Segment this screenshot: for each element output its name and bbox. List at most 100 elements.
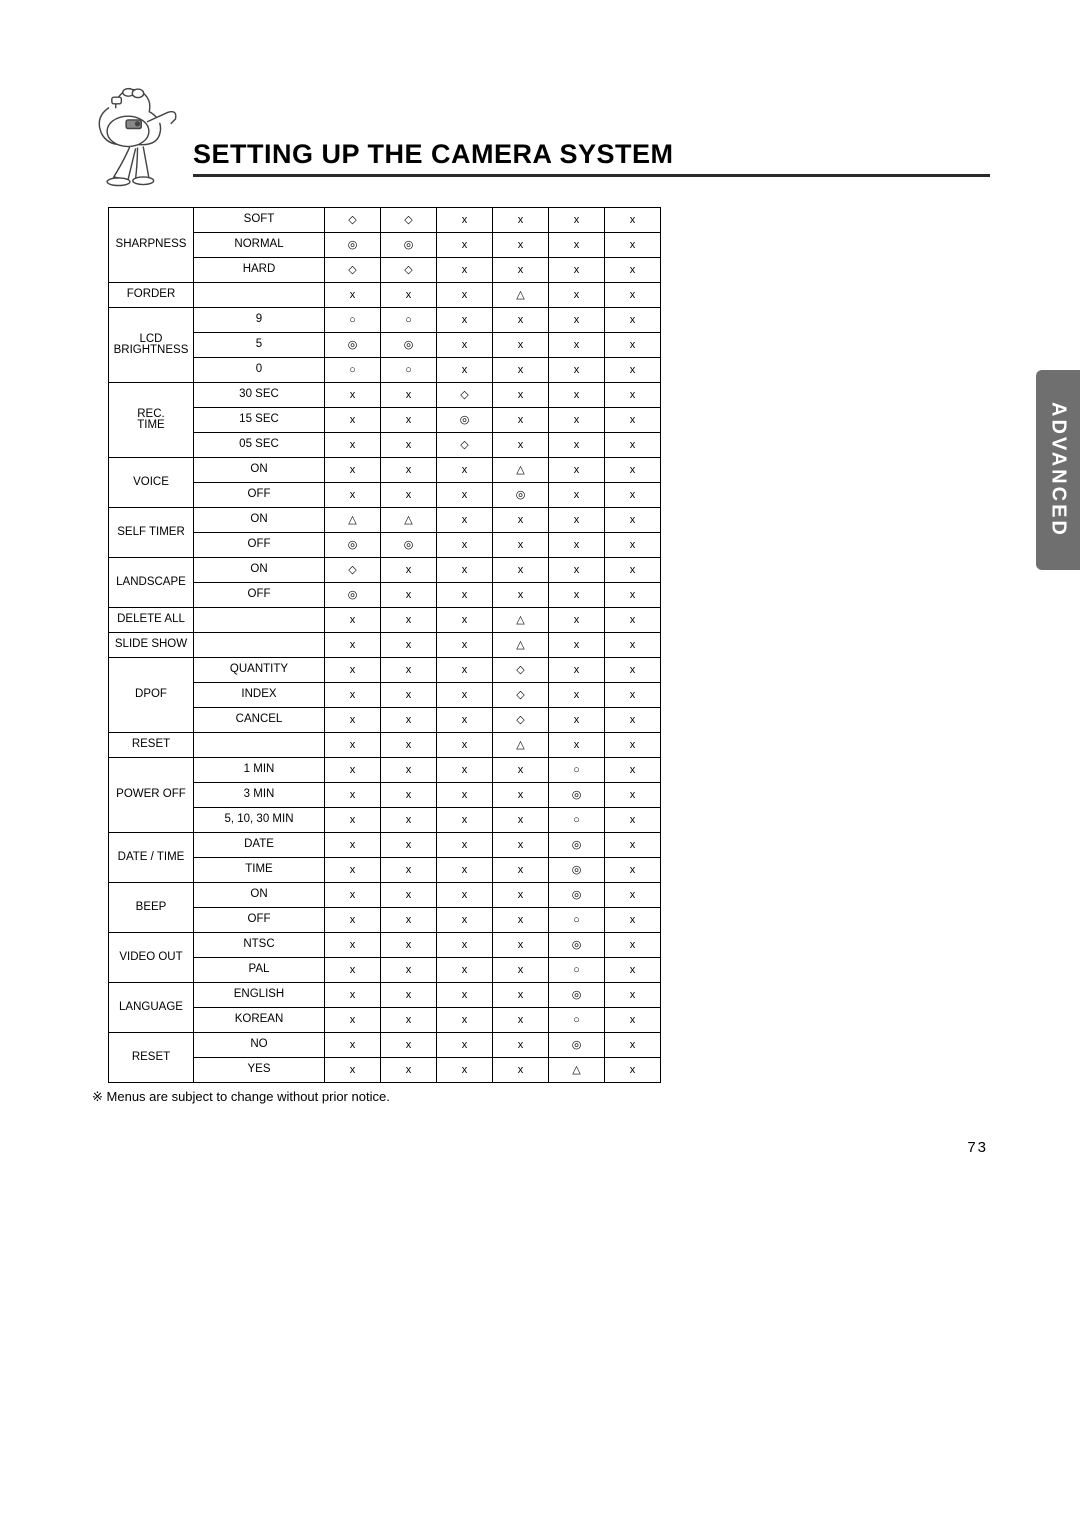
symbol-cell: x	[381, 558, 437, 583]
sub-cell: 9	[194, 308, 325, 333]
symbol-cell: x	[381, 1058, 437, 1083]
symbol-cell: ○	[549, 908, 605, 933]
symbol-cell: x	[605, 908, 661, 933]
symbol-cell: x	[381, 833, 437, 858]
symbol-cell: x	[493, 383, 549, 408]
symbol-cell: x	[493, 858, 549, 883]
symbol-cell: x	[493, 433, 549, 458]
symbol-cell: x	[325, 808, 381, 833]
symbol-cell: x	[325, 1058, 381, 1083]
symbol-cell: x	[549, 283, 605, 308]
symbol-cell: ◎	[381, 233, 437, 258]
symbol-cell: ◎	[549, 858, 605, 883]
symbol-cell: x	[605, 608, 661, 633]
symbol-cell: x	[493, 333, 549, 358]
symbol-cell: x	[549, 308, 605, 333]
symbol-cell: x	[605, 383, 661, 408]
category-cell: LCDBRIGHTNESS	[109, 308, 194, 383]
sub-cell: YES	[194, 1058, 325, 1083]
symbol-cell: ○	[381, 308, 437, 333]
note-mark: ※	[92, 1089, 103, 1104]
symbol-cell: x	[381, 683, 437, 708]
symbol-cell: x	[605, 358, 661, 383]
section-tab-label: ADVANCED	[1047, 402, 1070, 538]
symbol-cell: x	[325, 858, 381, 883]
symbol-cell: ◎	[549, 933, 605, 958]
symbol-cell: △	[381, 508, 437, 533]
table-row: DPOFQUANTITYxxx◇xx	[109, 658, 661, 683]
header: SETTING UP THE CAMERA SYSTEM	[90, 80, 990, 195]
symbol-cell: ○	[325, 358, 381, 383]
symbol-cell: x	[493, 958, 549, 983]
sub-cell: OFF	[194, 533, 325, 558]
symbol-cell: x	[325, 283, 381, 308]
symbol-cell: x	[381, 858, 437, 883]
symbol-cell: x	[381, 983, 437, 1008]
symbol-cell: ◎	[549, 783, 605, 808]
symbol-cell: ◎	[325, 533, 381, 558]
symbol-cell: ◎	[549, 833, 605, 858]
symbol-cell: x	[437, 233, 493, 258]
symbol-cell: ○	[381, 358, 437, 383]
symbol-cell: x	[325, 658, 381, 683]
symbol-cell: ○	[549, 808, 605, 833]
symbol-cell: x	[493, 1033, 549, 1058]
table-row: BEEPONxxxx◎x	[109, 883, 661, 908]
symbol-cell: x	[325, 1033, 381, 1058]
symbol-cell: x	[549, 333, 605, 358]
symbol-cell: x	[549, 558, 605, 583]
category-cell: DELETE ALL	[109, 608, 194, 633]
symbol-cell: ◇	[437, 433, 493, 458]
symbol-cell: x	[605, 783, 661, 808]
symbol-cell: x	[605, 408, 661, 433]
symbol-cell: x	[381, 908, 437, 933]
symbol-cell: ◎	[493, 483, 549, 508]
category-cell: REC.TIME	[109, 383, 194, 458]
symbol-cell: x	[605, 233, 661, 258]
symbol-cell: x	[605, 758, 661, 783]
symbol-cell: x	[437, 483, 493, 508]
symbol-cell: x	[437, 658, 493, 683]
symbol-cell: x	[437, 933, 493, 958]
category-cell: POWER OFF	[109, 758, 194, 833]
symbol-cell: x	[381, 733, 437, 758]
table-row: FORDERxxx△xx	[109, 283, 661, 308]
category-cell: LANDSCAPE	[109, 558, 194, 608]
sub-cell	[194, 608, 325, 633]
symbol-cell: △	[493, 608, 549, 633]
sub-cell: 15 SEC	[194, 408, 325, 433]
sub-cell: ON	[194, 508, 325, 533]
symbol-cell: x	[381, 1033, 437, 1058]
symbol-cell: x	[493, 783, 549, 808]
table-row: SLIDE SHOWxxx△xx	[109, 633, 661, 658]
symbol-cell: x	[437, 1058, 493, 1083]
category-cell: VOICE	[109, 458, 194, 508]
symbol-cell: x	[493, 983, 549, 1008]
symbol-cell: x	[549, 458, 605, 483]
sub-cell: CANCEL	[194, 708, 325, 733]
symbol-cell: x	[493, 908, 549, 933]
symbol-cell: x	[549, 633, 605, 658]
symbol-cell: x	[325, 608, 381, 633]
symbol-cell: x	[605, 508, 661, 533]
mascot-icon	[90, 80, 185, 195]
symbol-cell: x	[437, 1008, 493, 1033]
sub-cell: SOFT	[194, 208, 325, 233]
category-cell: SELF TIMER	[109, 508, 194, 558]
symbol-cell: x	[549, 483, 605, 508]
sub-cell: OFF	[194, 483, 325, 508]
symbol-cell: x	[549, 733, 605, 758]
sub-cell: ON	[194, 558, 325, 583]
table-row: LANGUAGEENGLISHxxxx◎x	[109, 983, 661, 1008]
category-cell: DPOF	[109, 658, 194, 733]
symbol-cell: ◇	[493, 708, 549, 733]
symbol-cell: x	[549, 258, 605, 283]
symbol-cell: x	[605, 1033, 661, 1058]
symbol-cell: ◎	[381, 533, 437, 558]
table-row: DATE / TIMEDATExxxx◎x	[109, 833, 661, 858]
symbol-cell: x	[549, 533, 605, 558]
symbol-cell: △	[493, 458, 549, 483]
symbol-cell: x	[605, 433, 661, 458]
sub-cell: KOREAN	[194, 1008, 325, 1033]
symbol-cell: ◎	[437, 408, 493, 433]
